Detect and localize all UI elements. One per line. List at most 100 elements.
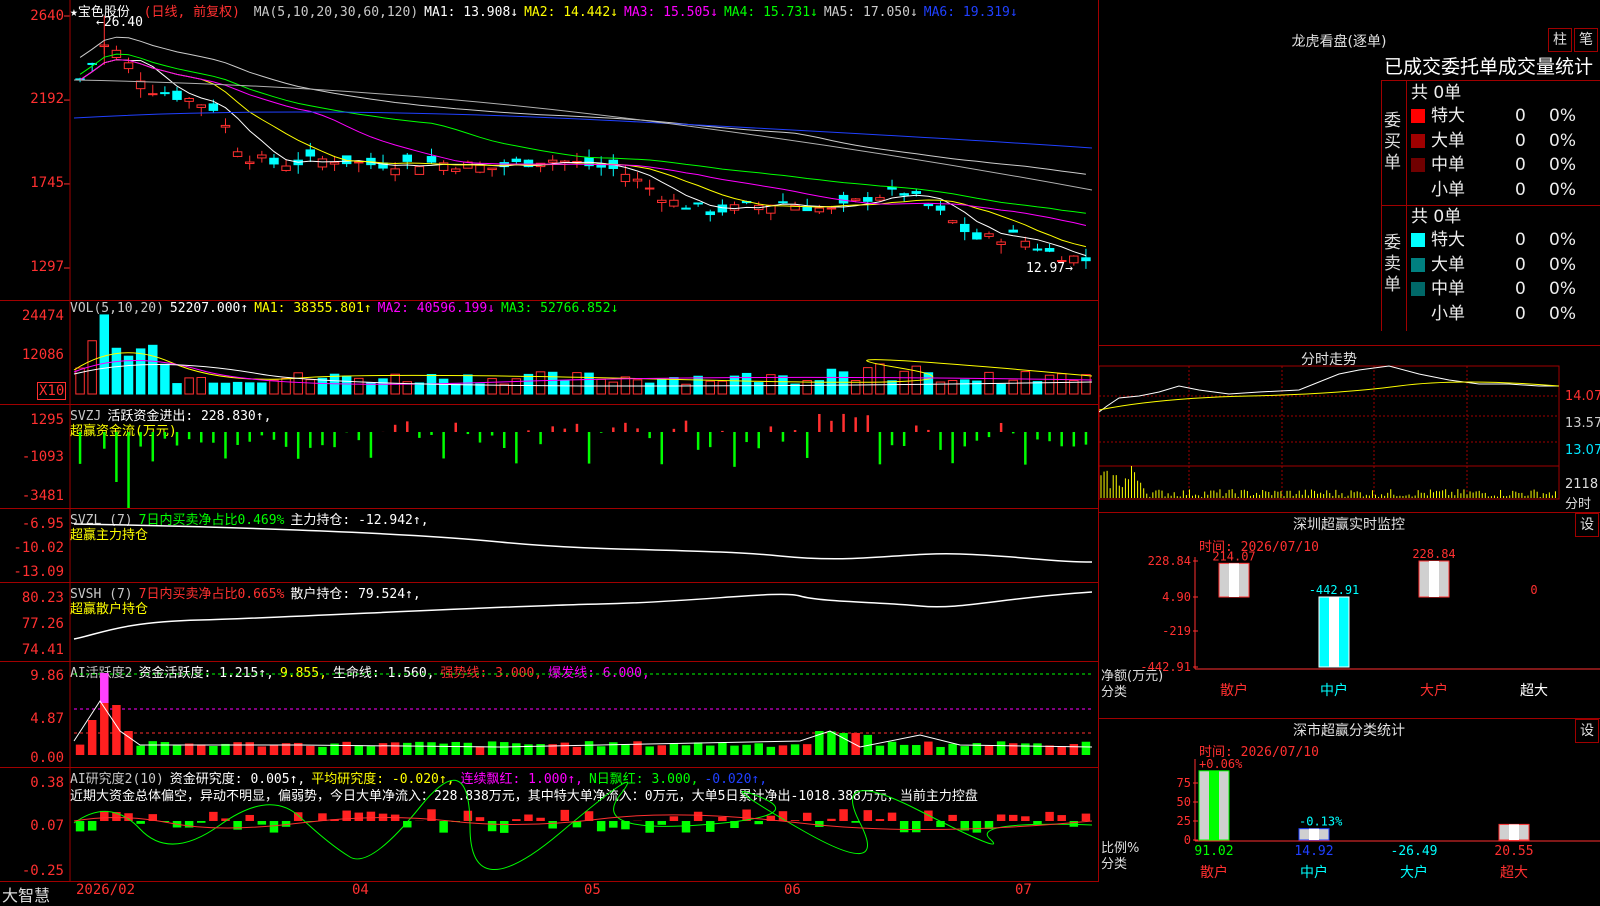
order-percent: 0% [1549,178,1576,202]
ai-active-chart[interactable] [0,661,1098,767]
volume-bar [197,377,205,394]
activity-bar [161,742,169,755]
activity-bar [706,746,714,755]
activity-bar [233,742,241,755]
sz-monitor-chart[interactable]: 228.844.90-219-442.91214.07散户-442.91中户22… [1099,513,1600,718]
bar-mode-button[interactable]: 柱 [1548,28,1572,52]
research-bar [548,821,556,828]
candle-body [936,206,944,210]
research-bar [718,817,726,821]
net-amount-label: -442.91 [1309,583,1360,597]
research-bar [839,809,847,821]
price-pane[interactable]: ★宝色股份 (日线, 前复权) MA(5,10,20,30,60,120)MA1… [0,0,1098,301]
x-axis-bar: 大智慧 2026/02 04 05 06 07 [0,882,1098,900]
candle-body [452,169,460,171]
fenshi-panel[interactable]: 分时走势 14.07 13.57 13.07 2118 分时 [1099,346,1600,513]
research-bar [670,816,678,821]
order-count: 0 [1515,104,1526,128]
activity-bar [961,746,969,755]
fenshi-price: 13.57 [1565,416,1600,431]
activity-bar [997,741,1005,755]
sz-category-panel[interactable]: 深市超赢分类统计 设 时间: 2026/07/10 7550250+0.06%9… [1099,719,1600,900]
low-label: 12.97→ [1026,261,1073,276]
candlestick-chart[interactable] [0,0,1098,300]
activity-bar [573,747,581,755]
monitor-unit: 分类 [1101,685,1127,700]
candle-body [670,200,678,206]
category-y-label: 25 [1177,814,1191,828]
activity-bar [597,746,605,755]
order-row: 小单00% [1411,302,1600,326]
activity-bar [767,747,775,755]
x-label: 06 [784,882,801,898]
research-bar [197,821,205,823]
volume-bar [342,376,350,394]
svsh-pane[interactable]: SVSH (7)7日内买卖净占比0.665%散户持仓: 79.524↑, 超赢散… [0,582,1098,662]
fenshi-chart[interactable] [1099,346,1600,512]
research-bar [1045,812,1053,821]
ai-active-pane[interactable]: AI活跃度2资金活跃度: 1.215↑,9.855,生命线: 1.560,强势线… [0,661,1098,768]
candle-body [779,202,787,203]
activity-bar [694,742,702,755]
volume-bar [779,376,787,394]
net-amount-label: 228.84 [1412,547,1455,561]
svzl-line-chart[interactable] [0,508,1098,582]
app-name: 大智慧 [2,882,50,906]
activity-bar [464,743,472,755]
research-bar [100,811,108,821]
volume-bar [270,380,278,394]
research-bar [1070,821,1078,827]
candle-body [512,159,520,161]
activity-bar [476,746,484,755]
volume-bar [136,349,144,394]
svzj-bar-chart[interactable] [0,404,1098,508]
ratio-change-label: -0.13% [1299,815,1343,829]
ratio-value-label: 91.02 [1194,844,1233,859]
ai-research-chart[interactable] [0,767,1098,881]
category-label: 大户 [1420,682,1448,699]
ai-research-pane[interactable]: AI研究度2(10)资金研究度: 0.005↑,平均研究度: -0.020↑,连… [0,767,1098,882]
chart-area[interactable]: ★宝色股份 (日线, 前复权) MA(5,10,20,30,60,120)MA1… [0,0,1099,882]
volume-bar [633,380,641,394]
net-amount-label: 214.07 [1212,549,1255,563]
life-line [74,701,1092,747]
order-label: 大单 [1431,131,1465,151]
research-bar [912,821,920,832]
svsh-line-chart[interactable] [0,582,1098,661]
volume-chart[interactable] [0,300,1098,404]
research-bar [464,811,472,821]
sz-monitor-panel[interactable]: 深圳超赢实时监控 设 时间: 2026/07/10 228.844.90-219… [1099,513,1600,719]
order-percent: 0% [1549,253,1576,277]
sz-category-chart[interactable]: 7550250+0.06%91.02散户-0.13%14.92中户-26.49大… [1099,719,1600,900]
research-bar [791,820,799,821]
activity-bar [512,743,520,755]
volume-bar [888,381,896,394]
activity-bar [427,742,435,755]
volume-bar [694,376,702,394]
ratio-value-label: 20.55 [1494,844,1533,859]
volume-bar [621,377,629,394]
order-row: 大单00% [1411,253,1600,277]
activity-bar [633,741,641,755]
candle-body [488,168,496,169]
color-swatch [1411,134,1425,148]
longhu-title: 龙虎看盘(逐单) [1239,31,1439,51]
volume-bar [754,383,762,394]
svzj-pane[interactable]: SVZJ活跃资金进出: 228.830↑, 超赢资金流(万元) 1295 -10… [0,404,1098,509]
candle-body [718,205,726,212]
order-row: 中单00% [1411,153,1600,177]
svzl-pane[interactable]: SVZL (7)7日内买卖净占比0.469%主力持仓: -12.942↑, 超赢… [0,508,1098,583]
tick-mode-button[interactable]: 笔 [1574,28,1598,52]
volume-bar [997,384,1005,394]
category-label: 大户 [1400,864,1428,881]
volume-bar [294,373,302,394]
research-bar [136,821,144,824]
activity-bar [851,733,859,755]
research-bar [245,815,253,821]
volume-pane[interactable]: VOL(5,10,20)52207.000↑MA1: 38355.801↑MA2… [0,300,1098,405]
research-bar [888,813,896,821]
x-label: 05 [584,882,601,898]
ma-line [80,37,1086,174]
candle-body [1082,258,1090,261]
category-unit: 比例% [1101,841,1139,856]
